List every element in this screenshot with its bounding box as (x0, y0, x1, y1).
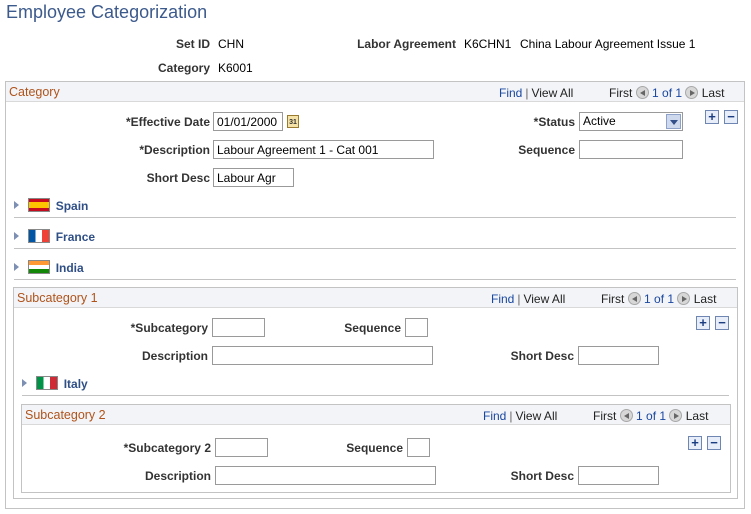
subcategory2-short-desc-label: Short Desc (510, 469, 574, 483)
category-find-link[interactable]: Find (499, 86, 522, 100)
subcategory2-find-link[interactable]: Find (483, 409, 506, 423)
labor-agreement-label: Labor Agreement (357, 37, 456, 51)
divider (14, 217, 736, 218)
short-desc-input[interactable] (213, 168, 294, 187)
country-name: Italy (63, 377, 88, 391)
subcategory2-first-label: First (593, 409, 617, 423)
next-arrow-icon[interactable] (685, 86, 699, 99)
subcategory2-add-icon[interactable]: + (688, 436, 702, 450)
subcategory1-short-desc-label: Short Desc (510, 349, 574, 363)
category-header: Category Find | View All First 1 of 1 Last (6, 82, 744, 102)
page-title: Employee Categorization (6, 2, 208, 22)
subcategory2-view-all-link[interactable]: View All (515, 409, 557, 423)
subcategory2-pager: First 1 of 1 Last (593, 409, 708, 423)
category-key-value: K6001 (218, 61, 253, 75)
category-nav: Find | View All (499, 86, 574, 100)
country-expander-france[interactable]: France (14, 229, 95, 244)
subcategory1-first-label: First (601, 292, 625, 306)
country-name: Spain (55, 199, 89, 213)
status-select[interactable]: Active (579, 112, 683, 131)
country-expander-india[interactable]: India (14, 260, 84, 275)
india-flag-icon (28, 260, 51, 274)
expand-arrow-icon (14, 263, 19, 271)
country-name: France (55, 230, 96, 244)
subcategory-input[interactable] (212, 318, 265, 337)
divider (14, 248, 736, 249)
subcategory1-description-input[interactable] (212, 346, 433, 365)
subcategory2-short-desc-input[interactable] (578, 466, 659, 485)
calendar-icon[interactable]: 31 (287, 115, 299, 128)
sequence-input[interactable] (579, 140, 683, 159)
subcategory2-nav: Find | View All (483, 409, 558, 423)
status-label: *Status (533, 115, 575, 129)
effective-date-label: *Effective Date (125, 115, 210, 129)
prev-arrow-icon[interactable] (627, 292, 641, 305)
subcategory1-sequence-input[interactable] (405, 318, 428, 337)
category-section-title: Category (9, 85, 60, 99)
divider (22, 395, 729, 396)
subcategory2-count: 1 of 1 (636, 409, 667, 423)
category-last-label: Last (701, 86, 725, 100)
subcategory1-description-label: Description (141, 349, 208, 363)
sequence-label: Sequence (518, 143, 575, 157)
next-arrow-icon[interactable] (677, 292, 691, 305)
subcategory1-short-desc-input[interactable] (578, 346, 659, 365)
next-arrow-icon[interactable] (669, 409, 683, 422)
expand-arrow-icon (22, 379, 27, 387)
spain-flag-icon (28, 198, 51, 212)
category-view-all-link[interactable]: View All (531, 86, 573, 100)
country-expander-spain[interactable]: Spain (14, 198, 88, 213)
short-desc-label: Short Desc (146, 171, 210, 185)
category-count: 1 of 1 (652, 86, 683, 100)
subcategory1-count: 1 of 1 (644, 292, 675, 306)
country-name: India (55, 261, 84, 275)
labor-agreement-value: K6CHN1 (464, 37, 512, 51)
france-flag-icon (28, 229, 51, 243)
subcategory2-input[interactable] (215, 438, 268, 457)
category-first-label: First (609, 86, 633, 100)
subcategory2-section-title: Subcategory 2 (25, 408, 106, 422)
subcategory1-header: Subcategory 1 Find | View All First 1 of 1… (14, 288, 737, 308)
italy-flag-icon (36, 376, 59, 390)
subcategory1-last-label: Last (693, 292, 717, 306)
expand-arrow-icon (14, 232, 19, 240)
subcategory-label: *Subcategory (130, 321, 208, 335)
subcategory2-last-label: Last (685, 409, 709, 423)
subcategory2-header: Subcategory 2 Find | View All First 1 of 1… (22, 405, 730, 425)
subcategory2-description-label: Description (144, 469, 211, 483)
country-expander-italy[interactable]: Italy (22, 376, 88, 391)
prev-arrow-icon[interactable] (635, 86, 649, 99)
subcategory2-sequence-input[interactable] (407, 438, 430, 457)
subcategory1-view-all-link[interactable]: View All (523, 292, 565, 306)
status-value: Active (583, 114, 616, 128)
subcategory2-description-input[interactable] (215, 466, 436, 485)
description-input[interactable] (213, 140, 434, 159)
subcategory1-find-link[interactable]: Find (491, 292, 514, 306)
expand-arrow-icon (14, 201, 19, 209)
subcategory2-sequence-label: Sequence (346, 441, 403, 455)
subcategory1-nav: Find | View All (491, 292, 566, 306)
category-pager: First 1 of 1 Last (609, 86, 724, 100)
subcategory2-label: *Subcategory 2 (123, 441, 211, 455)
category-delete-icon[interactable]: − (724, 110, 738, 124)
effective-date-input[interactable] (213, 112, 283, 131)
subcategory2-delete-icon[interactable]: − (707, 436, 721, 450)
chevron-down-icon[interactable] (666, 114, 681, 129)
labor-agreement-desc: China Labour Agreement Issue 1 (520, 37, 696, 51)
setid-label: Set ID (175, 37, 210, 51)
subcategory1-pager: First 1 of 1 Last (601, 292, 716, 306)
subcategory1-delete-icon[interactable]: − (715, 316, 729, 330)
setid-value: CHN (218, 37, 244, 51)
divider (14, 279, 736, 280)
prev-arrow-icon[interactable] (619, 409, 633, 422)
category-add-icon[interactable]: + (705, 110, 719, 124)
category-key-label: Category (157, 61, 210, 75)
description-label: *Description (139, 143, 210, 157)
subcategory1-section-title: Subcategory 1 (17, 291, 98, 305)
subcategory1-add-icon[interactable]: + (696, 316, 710, 330)
subcategory1-sequence-label: Sequence (344, 321, 401, 335)
